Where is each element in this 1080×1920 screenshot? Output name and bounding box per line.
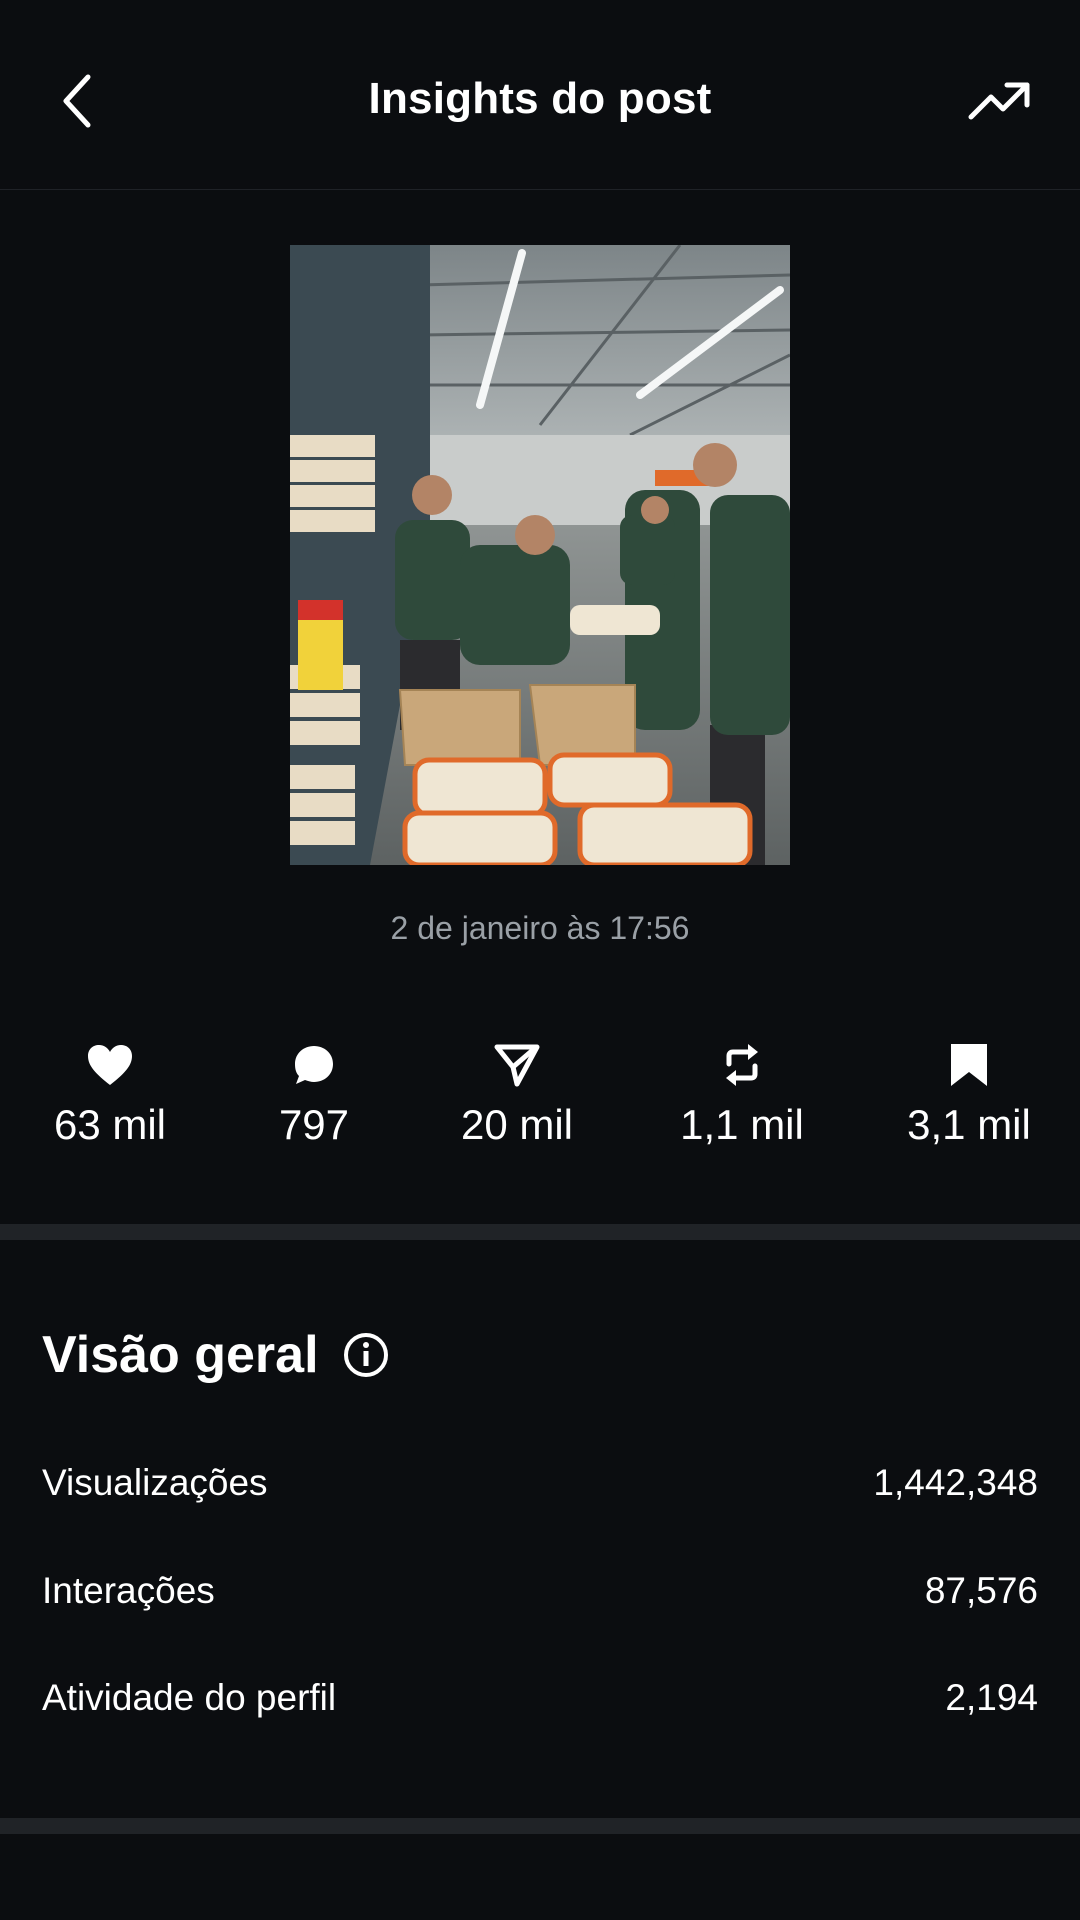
overview-row-views: Visualizações 1,442,348 [42,1453,1038,1513]
metric-reposts[interactable]: 1,1 mil [642,1035,842,1149]
metric-shares[interactable]: 20 mil [417,1035,617,1149]
trending-button[interactable] [960,66,1040,136]
section-divider [0,1224,1080,1240]
page-title: Insights do post [368,74,712,123]
engagement-metrics: 63 mil 797 20 mil 1,1 mil 3,1 mil [0,1035,1080,1155]
row-value: 87,576 [924,1570,1038,1611]
heart-icon [88,1045,132,1085]
header: Insights do post [0,0,1080,190]
overview-section-title: Visão geral [42,1325,389,1385]
metric-comments[interactable]: 797 [214,1035,414,1149]
info-icon [343,1333,388,1377]
metric-likes[interactable]: 63 mil [10,1035,210,1149]
comment-icon [295,1046,333,1084]
bookmark-icon [951,1044,987,1086]
row-label: Visualizações [42,1462,268,1503]
repost-icon [726,1044,758,1086]
post-timestamp: 2 de janeiro às 17:56 [390,910,690,946]
share-icon [494,1044,540,1087]
row-label: Interações [42,1570,215,1611]
section-divider [0,1818,1080,1834]
shares-count: 20 mil [460,1101,574,1148]
overview-title-text: Visão geral [42,1326,319,1384]
row-value: 2,194 [945,1677,1038,1718]
info-button[interactable] [343,1332,389,1378]
post-photo [290,245,790,865]
row-label: Atividade do perfil [42,1677,337,1718]
trending-up-icon [968,82,1030,120]
metric-saves[interactable]: 3,1 mil [869,1035,1069,1149]
comments-count: 797 [278,1101,350,1148]
post-insights-screen: Insights do post 2 de janeiro às 17:56 6… [0,0,1080,1920]
reposts-count: 1,1 mil [680,1101,804,1148]
post-image[interactable] [290,245,790,865]
row-value: 1,442,348 [873,1462,1038,1503]
overview-row-profile-activity: Atividade do perfil 2,194 [42,1668,1038,1728]
saves-count: 3,1 mil [907,1101,1031,1148]
overview-row-interactions: Interações 87,576 [42,1561,1038,1621]
likes-count: 63 mil [53,1101,167,1148]
